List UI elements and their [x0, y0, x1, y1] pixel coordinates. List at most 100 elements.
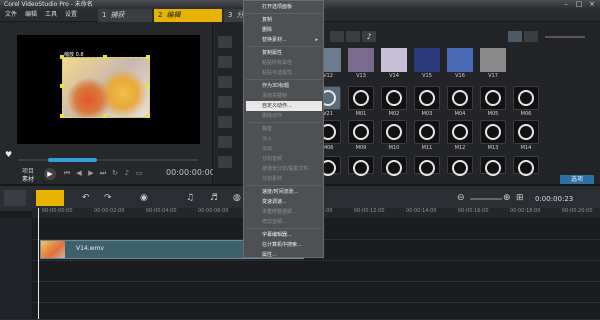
context-menu-item[interactable]: 分割素材	[246, 174, 322, 184]
transition-icon[interactable]	[218, 76, 232, 88]
context-menu-item[interactable]: 属性...	[246, 250, 322, 260]
timeline-timecode[interactable]: 0:00:00:23	[535, 195, 573, 203]
context-menu-item[interactable]: 分割音频	[246, 154, 322, 164]
context-menu-item[interactable]: 作为3D标题	[246, 81, 322, 91]
context-menu-item[interactable]: 复制属性	[246, 48, 322, 58]
repeat-icon[interactable]: ↻	[110, 169, 120, 178]
mute-icon[interactable]: ◍	[233, 193, 241, 203]
title-icon[interactable]	[218, 96, 232, 108]
scrub-track[interactable]	[18, 159, 198, 161]
photo-filter-icon[interactable]	[346, 31, 360, 42]
storyboard-view-icon[interactable]	[4, 190, 26, 206]
library-thumbnail[interactable]	[513, 86, 539, 110]
context-menu-item[interactable]: 多重修整视频...	[246, 207, 322, 217]
next-frame-icon[interactable]: ▶	[86, 169, 96, 178]
library-thumbnail[interactable]	[447, 86, 473, 110]
library-thumbnail[interactable]	[414, 86, 440, 110]
context-menu-item[interactable]: 速度/时间流逝...	[246, 187, 322, 197]
fx-icon[interactable]	[218, 136, 232, 148]
library-thumbnail[interactable]	[414, 120, 440, 144]
resize-handle[interactable]	[103, 114, 107, 118]
media-icon[interactable]	[218, 36, 232, 48]
playhead-marker-icon[interactable]: ♥	[5, 150, 12, 159]
library-thumbnail[interactable]	[447, 120, 473, 144]
context-menu-item[interactable]: 修剪音频...	[246, 217, 322, 227]
context-menu-item[interactable]: 删除	[246, 25, 322, 35]
zoom-slider[interactable]	[470, 198, 502, 200]
library-thumbnail[interactable]	[381, 86, 407, 110]
undo-icon[interactable]: ↶	[82, 193, 90, 203]
preview-timecode[interactable]: 00:00:00:00	[166, 168, 215, 177]
instant-project-icon[interactable]	[218, 56, 232, 68]
context-menu-item[interactable]: 复制	[246, 15, 322, 25]
timeline-view-icon[interactable]	[36, 190, 64, 206]
video-track-header[interactable]	[0, 239, 32, 260]
tab-edit[interactable]: 2 编辑	[154, 9, 222, 22]
preview-clip-image[interactable]	[62, 57, 150, 118]
go-start-icon[interactable]: ⏮	[62, 169, 72, 178]
library-thumbnail[interactable]	[348, 156, 374, 176]
context-menu-item[interactable]: 替换素材... ▸	[246, 35, 322, 45]
graphic-icon[interactable]	[218, 116, 232, 128]
options-tab[interactable]: 选项	[560, 175, 594, 184]
menu-tools[interactable]: 工具	[45, 9, 57, 21]
timeline-playhead[interactable]	[38, 208, 39, 319]
volume-icon[interactable]: ♪	[122, 169, 132, 178]
music-filter-icon[interactable]: ♪	[362, 31, 376, 42]
zoom-in-icon[interactable]: ⊕	[503, 193, 511, 203]
thumb-size-slider[interactable]	[545, 36, 585, 38]
context-menu-item[interactable]: 粘贴所有属性	[246, 58, 322, 68]
library-thumbnail[interactable]	[348, 48, 374, 72]
context-menu-item[interactable]: 打开选项面板	[246, 2, 322, 12]
tab-share[interactable]: 3分享	[224, 9, 244, 32]
hd-preview-icon[interactable]: ▭	[134, 169, 144, 178]
mix-audio-icon[interactable]: ♫	[186, 193, 194, 203]
context-menu-item[interactable]: 按场景分割/提取文件...	[246, 164, 322, 174]
close-icon[interactable]: ×	[586, 1, 598, 8]
resize-handle[interactable]	[146, 55, 150, 59]
context-menu-item[interactable]: 淡出	[246, 144, 322, 154]
library-thumbnail[interactable]	[480, 156, 506, 176]
go-end-icon[interactable]: ⏭	[98, 169, 108, 178]
context-menu-item[interactable]: 删除动作	[246, 111, 322, 121]
menu-settings[interactable]: 设置	[65, 9, 77, 21]
library-thumbnail[interactable]	[414, 48, 440, 72]
library-thumbnail[interactable]	[447, 48, 473, 72]
context-menu-item[interactable]: 字幕编辑器...	[246, 230, 322, 240]
play-button[interactable]: ▶	[44, 168, 56, 180]
context-menu-item[interactable]: 粘贴可选属性...	[246, 68, 322, 78]
music-track-header[interactable]	[0, 302, 32, 319]
redo-icon[interactable]: ↷	[104, 193, 112, 203]
context-menu-item[interactable]: 变速调速...	[246, 197, 322, 207]
library-thumbnail[interactable]	[381, 48, 407, 72]
prev-frame-icon[interactable]: ◀	[74, 169, 84, 178]
list-view-icon[interactable]	[508, 31, 522, 42]
resize-handle[interactable]	[60, 55, 64, 59]
clip-mode-label[interactable]: 素材	[22, 174, 34, 183]
library-thumbnail[interactable]	[414, 156, 440, 176]
thumb-view-icon[interactable]	[524, 31, 538, 42]
menu-file[interactable]: 文件	[5, 9, 17, 21]
resize-handle[interactable]	[146, 114, 150, 118]
library-thumbnail[interactable]	[381, 120, 407, 144]
resize-handle[interactable]	[60, 114, 64, 118]
resize-handle[interactable]	[60, 84, 64, 88]
track-header[interactable]	[0, 218, 32, 239]
auto-music-icon[interactable]: ♬	[210, 193, 218, 203]
library-thumbnail[interactable]	[513, 120, 539, 144]
title-track-header[interactable]	[0, 281, 32, 302]
maximize-icon[interactable]: □	[573, 1, 585, 8]
context-menu-item[interactable]: 在计算机中搜索...	[246, 240, 322, 250]
library-thumbnail[interactable]	[480, 48, 506, 72]
context-menu-item[interactable]: 自定义动作...	[246, 101, 322, 111]
library-thumbnail[interactable]	[480, 86, 506, 110]
resize-handle[interactable]	[146, 84, 150, 88]
library-thumbnail[interactable]	[480, 120, 506, 144]
overlay-track-header[interactable]	[0, 260, 32, 281]
tab-capture[interactable]: 1 捕获	[98, 9, 152, 22]
video-filter-icon[interactable]	[330, 31, 344, 42]
library-thumbnail[interactable]	[447, 156, 473, 176]
menu-edit[interactable]: 编辑	[25, 9, 37, 21]
library-thumbnail[interactable]	[348, 86, 374, 110]
record-capture-icon[interactable]: ◉	[140, 193, 148, 203]
